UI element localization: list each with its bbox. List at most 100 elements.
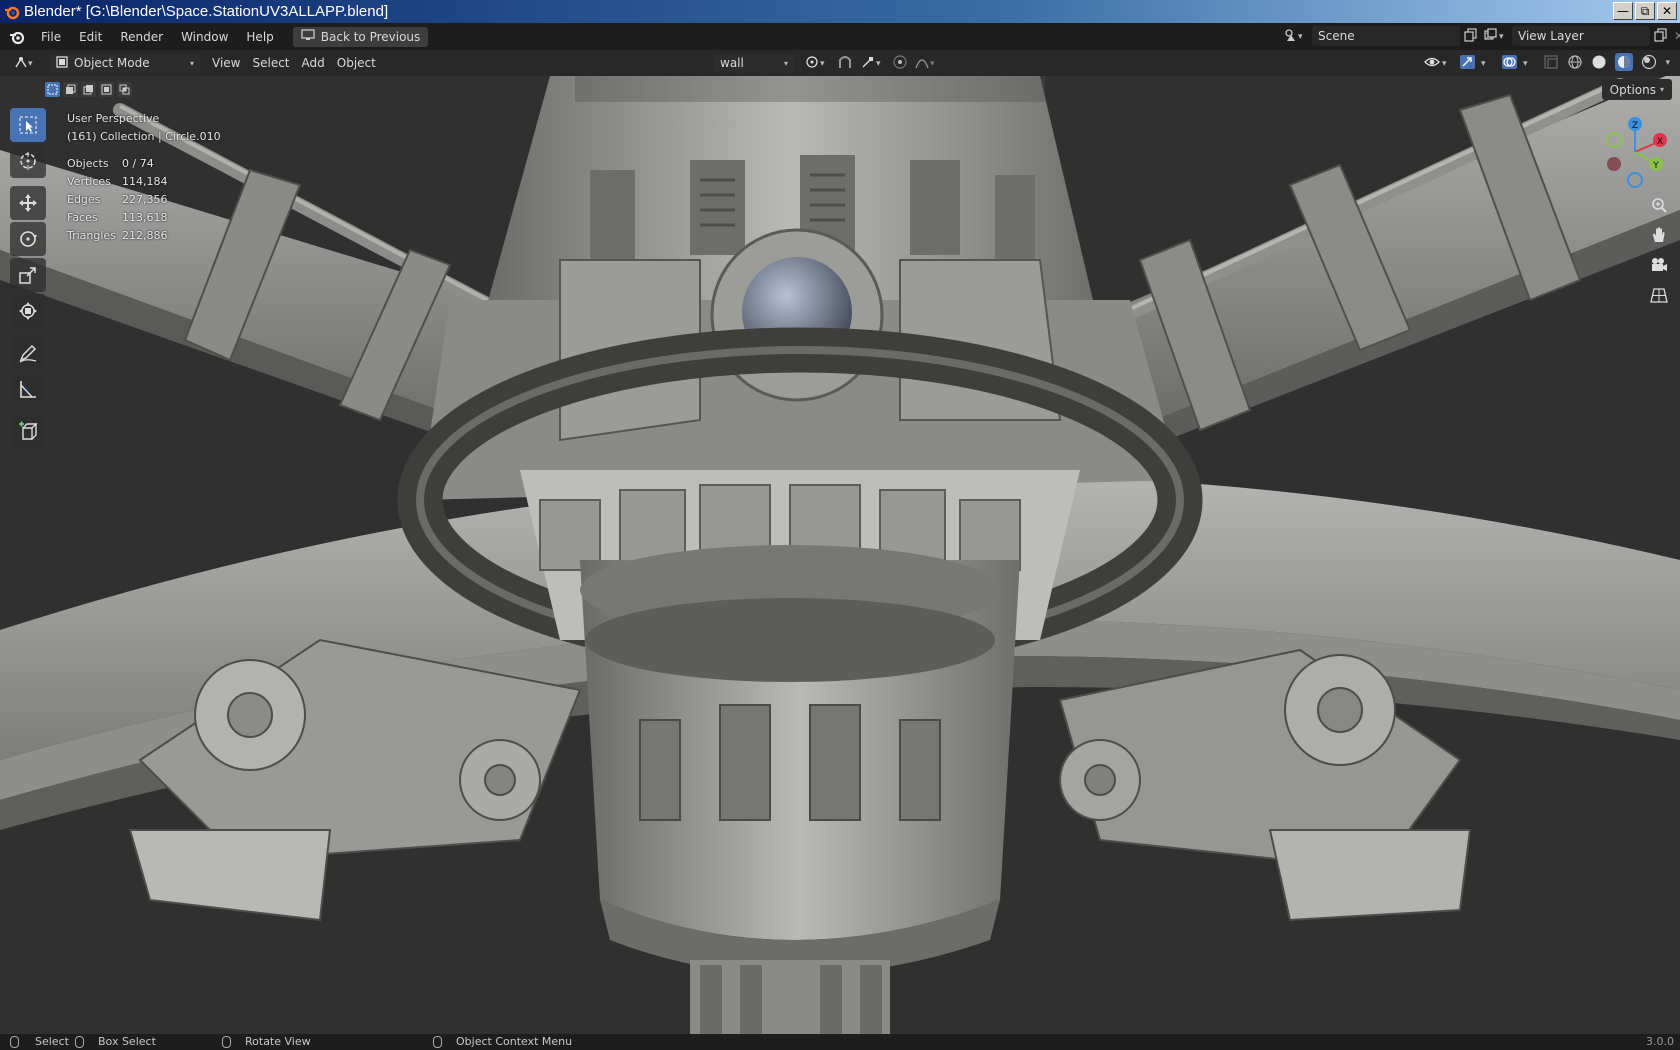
- shading-options-icon[interactable]: ▾: [1665, 58, 1670, 68]
- viewport-header: ▾ Object Mode ▾ View Select Add Object w…: [0, 50, 1680, 76]
- stat-value: 0 / 74: [122, 157, 154, 170]
- transform-pivot-icon[interactable]: ▾: [804, 54, 830, 73]
- annotate-icon[interactable]: [10, 336, 46, 370]
- select-box-icon[interactable]: [10, 108, 46, 142]
- measure-icon[interactable]: [10, 372, 46, 406]
- scene-selector[interactable]: ▾ Scene ✕: [1284, 26, 1494, 46]
- 3d-viewport[interactable]: [0, 76, 1680, 1034]
- screen-icon: [301, 29, 315, 44]
- shading-material-icon[interactable]: [1615, 52, 1634, 74]
- scene-icon: ▾: [1284, 28, 1308, 45]
- snap-target-icon[interactable]: ▾: [860, 54, 886, 73]
- menu-help[interactable]: Help: [237, 26, 282, 48]
- status-bar: Select Box Select Rotate View Object Con…: [0, 1034, 1680, 1050]
- editor-type-icon: ▾: [14, 55, 36, 72]
- svg-text:▾: ▾: [930, 59, 935, 69]
- header-menu-view[interactable]: View: [206, 53, 246, 73]
- minimize-icon[interactable]: —: [1613, 2, 1633, 20]
- mouse-left-icon: [10, 1035, 19, 1048]
- proportional-edit-icon[interactable]: [892, 54, 908, 73]
- svg-text:▾: ▾: [1298, 32, 1303, 42]
- select-intersect-icon[interactable]: [117, 82, 132, 97]
- shading-rendered-icon[interactable]: [1641, 54, 1657, 73]
- select-new-icon[interactable]: [45, 82, 60, 97]
- cursor-icon[interactable]: [10, 144, 46, 178]
- chevron-down-icon: ▾: [189, 58, 194, 68]
- shading-solid-icon[interactable]: [1591, 54, 1607, 73]
- menu-edit[interactable]: Edit: [70, 26, 111, 48]
- scene-name-field[interactable]: Scene: [1312, 26, 1460, 46]
- stat-label: Faces: [67, 211, 98, 224]
- select-extend-icon[interactable]: [63, 82, 78, 97]
- blender-menu-icon[interactable]: [6, 26, 28, 48]
- window-title: Blender* [G:\Blender\Space.StationUV3ALL…: [24, 3, 389, 20]
- status-box-select: Box Select: [75, 1035, 156, 1048]
- shading-wireframe-icon[interactable]: [1567, 54, 1583, 73]
- xray-toggle-icon[interactable]: [1543, 54, 1559, 73]
- camera-view-icon[interactable]: [1646, 252, 1672, 278]
- status-box-select-label: Box Select: [98, 1035, 156, 1048]
- header-menu-select[interactable]: Select: [246, 53, 295, 73]
- restore-icon[interactable]: ⧉: [1635, 2, 1655, 20]
- new-scene-icon[interactable]: [1464, 27, 1478, 45]
- selection-mode-group: [45, 82, 132, 97]
- back-to-previous-button[interactable]: Back to Previous: [292, 26, 429, 47]
- select-subtract-icon[interactable]: [81, 82, 96, 97]
- scene-render: [0, 76, 1680, 1034]
- options-label: Options: [1609, 82, 1656, 97]
- gizmo-axis-x-label: X: [1657, 137, 1663, 147]
- zoom-icon[interactable]: [1646, 192, 1672, 218]
- menu-file[interactable]: File: [32, 26, 70, 48]
- scale-icon[interactable]: [10, 258, 46, 292]
- stat-row-objects: Objects 0 / 74: [67, 155, 221, 173]
- mouse-right-icon: [433, 1035, 442, 1048]
- view-layer-name-field[interactable]: View Layer: [1512, 26, 1650, 46]
- menu-render[interactable]: Render: [111, 26, 172, 48]
- new-view-layer-icon[interactable]: [1654, 27, 1668, 45]
- view-layer-name: View Layer: [1518, 29, 1584, 43]
- snap-toggle-icon[interactable]: [836, 54, 854, 73]
- object-mode-dropdown[interactable]: Object Mode ▾: [50, 53, 200, 73]
- status-select-label: Select: [35, 1035, 69, 1048]
- perspective-toggle-icon[interactable]: [1646, 282, 1672, 308]
- scene-name: Scene: [1318, 29, 1355, 43]
- svg-text:▾: ▾: [28, 59, 33, 69]
- transform-icon[interactable]: [10, 294, 46, 328]
- view-name: User Perspective: [67, 112, 160, 125]
- gizmo-axis-y-label: Y: [1652, 161, 1659, 171]
- pan-hand-icon[interactable]: [1646, 222, 1672, 248]
- options-dropdown[interactable]: Options ▾: [1601, 79, 1672, 100]
- close-icon[interactable]: ✕: [1657, 2, 1677, 20]
- stat-value: 227,356: [122, 193, 168, 206]
- delete-view-layer-icon[interactable]: ✕: [1674, 29, 1680, 43]
- svg-text:▾: ▾: [1442, 59, 1447, 69]
- view-layer-icon: ▾: [1484, 27, 1508, 45]
- header-menu-object[interactable]: Object: [331, 53, 382, 73]
- svg-text:▾: ▾: [1499, 32, 1504, 42]
- chevron-down-icon: ▾: [1659, 85, 1664, 94]
- view-layer-selector[interactable]: ▾ View Layer ✕: [1484, 26, 1680, 46]
- viewport-stats: User Perspective (161) Collection | Circ…: [67, 110, 221, 245]
- blender-logo-icon: [3, 3, 21, 21]
- gizmo-toggle-icon[interactable]: ▾: [1459, 54, 1493, 73]
- material-slot-label: wall: [720, 56, 744, 70]
- add-cube-icon[interactable]: [10, 414, 46, 448]
- object-mode-label: Object Mode: [74, 56, 150, 70]
- visibility-eye-icon[interactable]: ▾: [1423, 54, 1451, 73]
- svg-text:▾: ▾: [1481, 59, 1486, 69]
- menu-window[interactable]: Window: [172, 26, 237, 48]
- back-to-previous-label: Back to Previous: [320, 29, 421, 44]
- svg-text:▾: ▾: [820, 59, 825, 69]
- editor-type-button[interactable]: ▾: [8, 53, 42, 73]
- stat-label: Edges: [67, 193, 101, 206]
- move-icon[interactable]: [10, 186, 46, 220]
- stat-value: 114,184: [122, 175, 168, 188]
- navigation-gizmo[interactable]: Z X Y: [1600, 112, 1670, 190]
- mouse-middle-icon: [222, 1035, 231, 1048]
- select-invert-icon[interactable]: [99, 82, 114, 97]
- header-menu-add[interactable]: Add: [296, 53, 331, 73]
- rotate-icon[interactable]: [10, 222, 46, 256]
- overlays-toggle-icon[interactable]: ▾: [1501, 54, 1535, 73]
- falloff-icon[interactable]: ▾: [914, 54, 940, 73]
- material-slot-dropdown[interactable]: wall ▾: [714, 53, 794, 73]
